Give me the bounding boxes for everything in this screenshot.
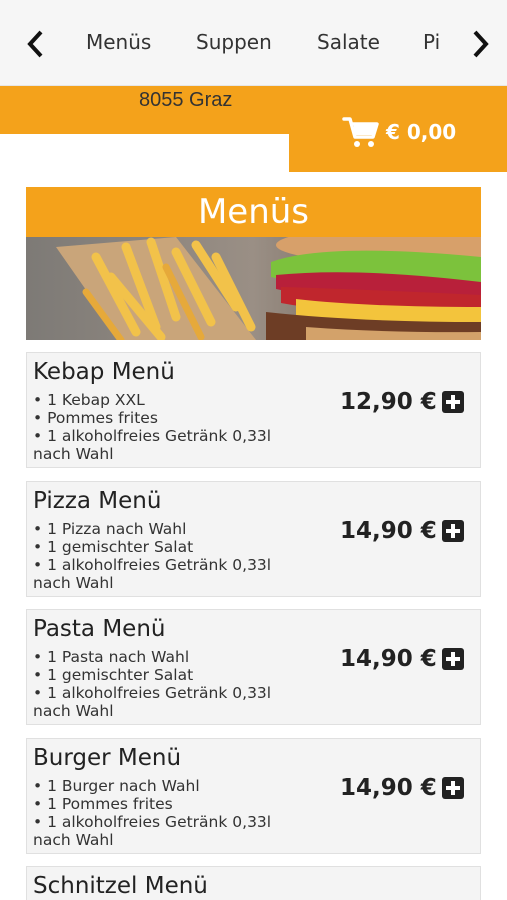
description-line: • 1 gemischter Salat [33,666,194,684]
description-line: nach Wahl [33,702,114,720]
menu-item-name: Schnitzel Menü [33,873,208,899]
plus-square-icon[interactable] [442,520,464,542]
burger-and-fries-photo [26,237,481,340]
plus-square-icon[interactable] [442,648,464,670]
menu-item-price: 14,90 € [340,646,437,672]
menu-item-description: • 1 Pizza nach Wahl • 1 gemischter Salat… [33,520,313,592]
plus-square-icon[interactable] [442,777,464,799]
plus-square-icon[interactable] [442,391,464,413]
menu-item-description: • 1 Burger nach Wahl • 1 Pommes frites •… [33,777,313,849]
description-line: nach Wahl [33,574,114,592]
menu-item-name: Pizza Menü [33,488,162,514]
description-line: • 1 alkoholfreies Getränk 0,33l [33,556,272,574]
category-nav: Menüs Suppen Salate Pi [0,0,507,86]
shopping-cart-icon [342,117,379,147]
description-line: • 1 Pommes frites [33,795,173,813]
description-line: • 1 Pizza nach Wahl [33,520,187,538]
chevron-left-icon[interactable] [20,22,50,66]
cart-total: € 0,00 [386,120,457,144]
menu-item-description: • 1 Kebap XXL • Pommes frites • 1 alkoho… [33,391,313,463]
restaurant-address: 8055 Graz [139,89,233,111]
description-line: • 1 Kebap XXL [33,391,145,409]
description-line: • 1 gemischter Salat [33,538,194,556]
menu-item-description: • 1 Pasta nach Wahl • 1 gemischter Salat… [33,648,313,720]
tab-menus[interactable]: Menüs [86,30,151,54]
tab-pizza[interactable]: Pi [423,30,440,54]
menu-item-schnitzel[interactable]: Schnitzel Menü [26,866,481,900]
description-line: • 1 alkoholfreies Getränk 0,33l [33,427,272,445]
menu-item-pasta[interactable]: Pasta Menü • 1 Pasta nach Wahl • 1 gemis… [26,609,481,725]
menu-item-pizza[interactable]: Pizza Menü • 1 Pizza nach Wahl • 1 gemis… [26,481,481,597]
chevron-right-icon[interactable] [466,22,496,66]
menu-item-price: 14,90 € [340,518,437,544]
menu-item-price: 14,90 € [340,775,437,801]
menu-item-name: Pasta Menü [33,616,166,642]
description-line: • 1 alkoholfreies Getränk 0,33l [33,684,272,702]
menu-item-name: Burger Menü [33,745,182,771]
description-line: • 1 alkoholfreies Getränk 0,33l [33,813,272,831]
description-line: • Pommes frites [33,409,158,427]
description-line: nach Wahl [33,831,114,849]
description-line: nach Wahl [33,445,114,463]
menu-item-name: Kebap Menü [33,359,175,385]
tab-suppen[interactable]: Suppen [196,30,272,54]
cart-button[interactable]: € 0,00 [342,110,456,154]
menu-item-kebap[interactable]: Kebap Menü • 1 Kebap XXL • Pommes frites… [26,352,481,468]
tab-salate[interactable]: Salate [317,30,380,54]
category-tabs: Menüs Suppen Salate Pi [62,0,460,86]
menu-item-price: 12,90 € [340,389,437,415]
menu-item-burger[interactable]: Burger Menü • 1 Burger nach Wahl • 1 Pom… [26,738,481,854]
description-line: • 1 Burger nach Wahl [33,777,200,795]
section-title: Menüs [26,187,481,237]
description-line: • 1 Pasta nach Wahl [33,648,190,666]
